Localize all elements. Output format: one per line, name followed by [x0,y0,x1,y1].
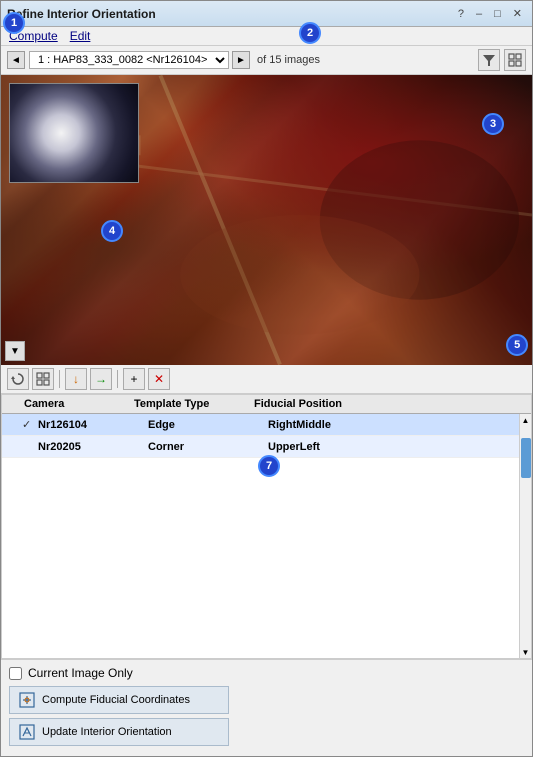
compute-fiducial-icon [18,691,36,709]
bottom-panel: Current Image Only Compute Fiducial Coor… [1,659,532,756]
table-container: Camera Template Type Fiducial Position 6 [1,394,532,659]
annotation-5: 5 [506,334,528,356]
row-check-1: ✓ [18,418,34,431]
row-camera-2: Nr20205 [34,441,144,453]
nav-prev-button[interactable]: ◄ [7,51,25,69]
close-button[interactable]: ✕ [509,7,526,20]
table-header: Camera Template Type Fiducial Position [2,395,531,414]
row-template-1: Edge [144,419,264,431]
annotation-2: 2 [299,22,321,44]
current-image-row: Current Image Only [9,666,524,680]
col-header-camera: Camera [18,398,128,410]
refresh-button[interactable] [7,368,29,390]
main-window: Refine Interior Orientation ? – □ ✕ Comp… [0,0,533,757]
nav-toolbar: 1 ◄ 1 : HAP83_333_0082 <Nr126104> ► 2 of… [1,46,532,75]
annotation-4: 4 [101,220,123,242]
menu-bar: Compute Edit [1,27,532,46]
separator-2 [117,370,118,388]
grid2-icon [36,372,50,386]
grid-button[interactable] [32,368,54,390]
compute-fiducial-button[interactable]: Compute Fiducial Coordinates [9,686,229,714]
table-scrollbar[interactable]: ▲ ▼ [519,414,531,658]
annotation-7: 7 [258,455,280,477]
scroll-up-arrow[interactable]: ▲ [521,414,531,426]
delete-button[interactable]: ✕ [148,368,170,390]
title-bar-controls: ? – □ ✕ [454,7,526,20]
update-orientation-icon [18,723,36,741]
scrollbar-thumb[interactable] [521,438,531,478]
row-fiducial-1: RightMiddle [264,419,519,431]
annotation-3: 3 [482,113,504,135]
move-right-button[interactable]: → [90,368,112,390]
thumbnail-overlay [9,83,139,183]
row-fiducial-2: UpperLeft [264,441,519,453]
update-orientation-label: Update Interior Orientation [42,726,172,738]
image-count: of 15 images [257,54,320,66]
minimize-button[interactable]: – [472,8,486,20]
menu-edit[interactable]: Edit [70,29,91,43]
toolbar-icons [478,49,526,71]
table-row[interactable]: 6 ✓ Nr126104 Edge RightMiddle [2,414,519,436]
data-table: Camera Template Type Fiducial Position 6 [1,394,532,659]
refresh-icon [11,372,25,386]
image-dropdown[interactable]: 1 : HAP83_333_0082 <Nr126104> [29,51,229,69]
table-row[interactable]: 7 Nr20205 Corner UpperLeft [2,436,519,458]
thumbnail-glow [10,84,138,182]
thumbnail-scroll-down[interactable]: ▼ [5,341,25,361]
image-selector: 1 : HAP83_333_0082 <Nr126104> ► 2 of 15 … [29,51,320,69]
filter-icon [482,53,496,67]
row-camera-1: Nr126104 [34,419,144,431]
nav-next-button[interactable]: ► 2 [232,51,250,69]
image-viewport[interactable]: ▼ 3 4 5 ► [1,75,532,365]
filter-icon-btn[interactable] [478,49,500,71]
current-image-label: Current Image Only [28,666,133,680]
move-down-button[interactable]: ↓ [65,368,87,390]
col-header-template: Template Type [128,398,248,410]
separator-1 [59,370,60,388]
maximize-button[interactable]: □ [490,8,505,20]
annotation-1: 1 [3,12,25,34]
table-body: 6 ✓ Nr126104 Edge RightMiddle [2,414,519,658]
row-template-2: Corner [144,441,264,453]
window-title: Refine Interior Orientation [7,7,156,21]
current-image-checkbox[interactable] [9,667,22,680]
grid-icon-btn[interactable] [504,49,526,71]
title-bar: Refine Interior Orientation ? – □ ✕ [1,1,532,27]
table-scroll-wrapper: 6 ✓ Nr126104 Edge RightMiddle [2,414,531,658]
action-toolbar: ↓ → + ✕ [1,365,532,394]
add-button[interactable]: + [123,368,145,390]
compute-fiducial-label: Compute Fiducial Coordinates [42,694,190,706]
grid-icon [508,53,522,67]
update-orientation-button[interactable]: Update Interior Orientation [9,718,229,746]
col-header-fiducial: Fiducial Position [248,398,531,410]
help-button[interactable]: ? [454,8,468,20]
scroll-down-arrow[interactable]: ▼ [521,646,531,658]
